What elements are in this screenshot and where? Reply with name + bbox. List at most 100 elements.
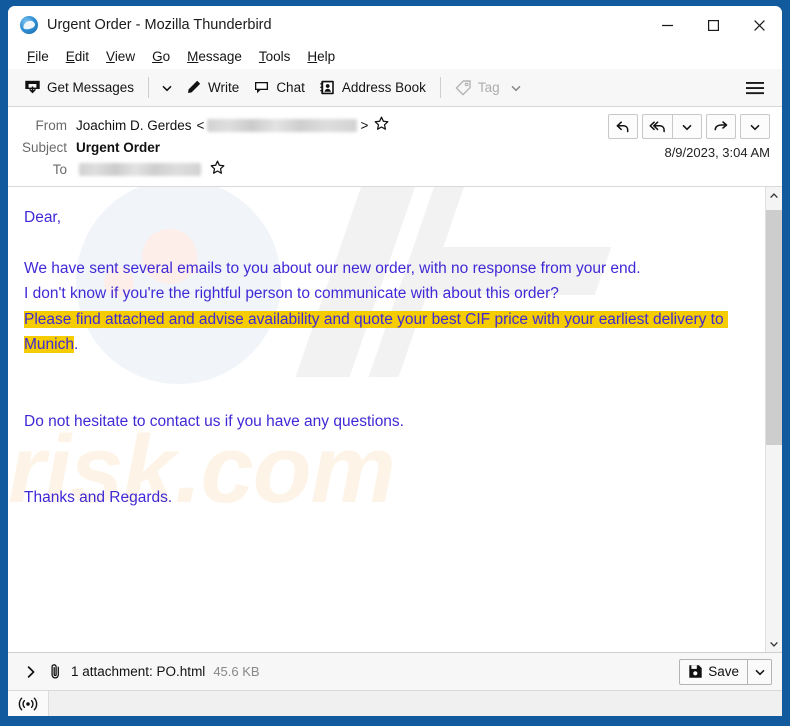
floppy-disk-icon <box>689 665 702 678</box>
attachment-save-group: Save <box>679 658 772 685</box>
minimize-button[interactable] <box>644 6 690 44</box>
address-book-button[interactable]: Address Book <box>312 76 433 99</box>
save-button[interactable]: Save <box>679 658 747 685</box>
from-angle-open: < <box>196 117 205 133</box>
body-line: I don't know if you're the rightful pers… <box>24 285 559 302</box>
scrollbar-track[interactable] <box>765 204 782 635</box>
menu-tools-rest: ools <box>265 49 291 64</box>
write-button[interactable]: Write <box>178 76 246 99</box>
attachment-label[interactable]: 1 attachment: PO.html <box>71 664 205 679</box>
from-sender-name[interactable]: Joachim D. Gerdes <box>76 118 192 133</box>
speech-bubble-icon <box>255 82 269 94</box>
menu-file[interactable]: File <box>19 47 58 66</box>
chevron-up-icon <box>770 192 778 198</box>
menu-message[interactable]: Message <box>179 47 251 66</box>
tag-icon <box>455 80 471 96</box>
body-line: Do not hesitate to contact us if you hav… <box>24 412 404 430</box>
chevron-down-icon <box>754 669 765 675</box>
paperclip-icon <box>48 663 63 680</box>
star-icon[interactable] <box>374 116 389 134</box>
body-line: We have sent several emails to you about… <box>24 259 641 277</box>
reply-all-arrow-icon <box>649 120 665 132</box>
menu-edit-accel: E <box>65 49 75 64</box>
scroll-down-button[interactable] <box>765 635 782 652</box>
menu-tools[interactable]: Tools <box>251 47 300 66</box>
address-book-label: Address Book <box>341 80 426 95</box>
get-messages-button[interactable]: Get Messages <box>17 76 141 99</box>
menu-help[interactable]: Help <box>299 47 344 66</box>
menu-go-rest: o <box>162 49 171 64</box>
chevron-down-icon <box>511 85 521 91</box>
message-date: 8/9/2023, 3:04 AM <box>664 145 770 160</box>
attachment-size: 45.6 KB <box>213 664 260 679</box>
menu-edit[interactable]: Edit <box>58 47 98 66</box>
status-connection-indicator[interactable] <box>8 690 49 716</box>
address-book-icon <box>320 80 334 95</box>
scroll-up-button[interactable] <box>765 187 782 204</box>
menu-view-rest: iew <box>114 49 136 64</box>
message-body-scroll: risk.com Dear, We have sent several emai… <box>8 187 765 652</box>
app-menu-button[interactable] <box>740 69 770 107</box>
save-label: Save <box>708 664 739 679</box>
more-actions-dropdown-button[interactable] <box>740 114 770 139</box>
menu-message-rest: essage <box>198 49 242 64</box>
thunderbird-window: Urgent Order - Mozilla Thunderbird File … <box>8 6 782 716</box>
body-line-highlighted: Please find attached and advise availabi… <box>24 307 742 358</box>
chevron-right-icon <box>27 665 35 678</box>
message-body-area: risk.com Dear, We have sent several emai… <box>8 187 782 652</box>
toolbar-separator-2 <box>439 77 441 98</box>
to-row: To <box>8 158 782 180</box>
body-line: Dear, <box>24 209 62 226</box>
save-dropdown-button[interactable] <box>747 658 772 685</box>
highlighted-text: Please find attached and advise availabi… <box>24 310 728 353</box>
from-angle-close: > <box>360 117 369 133</box>
menu-go-accel: G <box>152 49 163 64</box>
menu-file-accel: F <box>27 49 36 64</box>
body-scrollbar[interactable] <box>765 187 782 652</box>
body-line: Thanks and Regards. <box>24 489 173 506</box>
tag-label: Tag <box>477 80 500 95</box>
menu-view[interactable]: View <box>98 47 144 66</box>
chat-button[interactable]: Chat <box>246 76 312 99</box>
close-icon <box>753 19 765 31</box>
from-address-redacted <box>207 118 358 132</box>
chevron-down-icon <box>770 641 778 647</box>
hamburger-menu-icon <box>746 82 764 95</box>
menu-file-rest: ile <box>35 49 49 64</box>
toolbar-separator-1 <box>148 77 150 98</box>
pencil-icon <box>188 80 201 93</box>
star-icon[interactable] <box>210 160 225 178</box>
main-toolbar: Get Messages Write Chat Address Book Tag <box>8 69 782 107</box>
menu-message-accel: M <box>187 49 199 64</box>
reply-arrow-icon <box>616 120 629 132</box>
tag-button[interactable]: Tag <box>448 76 529 99</box>
window-title: Urgent Order - Mozilla Thunderbird <box>47 17 272 33</box>
title-bar: Urgent Order - Mozilla Thunderbird <box>8 6 782 44</box>
thunderbird-logo-icon <box>20 16 38 34</box>
menu-go[interactable]: Go <box>144 47 179 66</box>
forward-button[interactable] <box>706 114 736 139</box>
scrollbar-thumb[interactable] <box>765 210 782 445</box>
get-messages-label: Get Messages <box>47 80 135 95</box>
get-messages-dropdown-button[interactable] <box>156 79 178 97</box>
window-frame: Urgent Order - Mozilla Thunderbird File … <box>0 0 790 726</box>
close-button[interactable] <box>736 6 782 44</box>
message-action-buttons <box>604 114 770 139</box>
maximize-button[interactable] <box>690 6 736 44</box>
reply-all-dropdown-button[interactable] <box>672 114 702 139</box>
menu-bar: File Edit View Go Message Tools Help <box>8 44 782 69</box>
reply-button[interactable] <box>608 114 638 139</box>
to-address-redacted <box>79 162 201 176</box>
attachment-bar: 1 attachment: PO.html 45.6 KB Save <box>8 652 782 690</box>
chevron-down-icon <box>162 85 172 91</box>
chevron-down-icon <box>682 124 692 130</box>
attachment-expand-button[interactable] <box>22 663 44 681</box>
subject-value: Urgent Order <box>76 139 161 155</box>
write-label: Write <box>208 80 240 95</box>
from-label: From <box>35 117 68 133</box>
to-label: To <box>52 161 67 177</box>
reply-all-button[interactable] <box>642 114 672 139</box>
to-value <box>76 160 225 178</box>
